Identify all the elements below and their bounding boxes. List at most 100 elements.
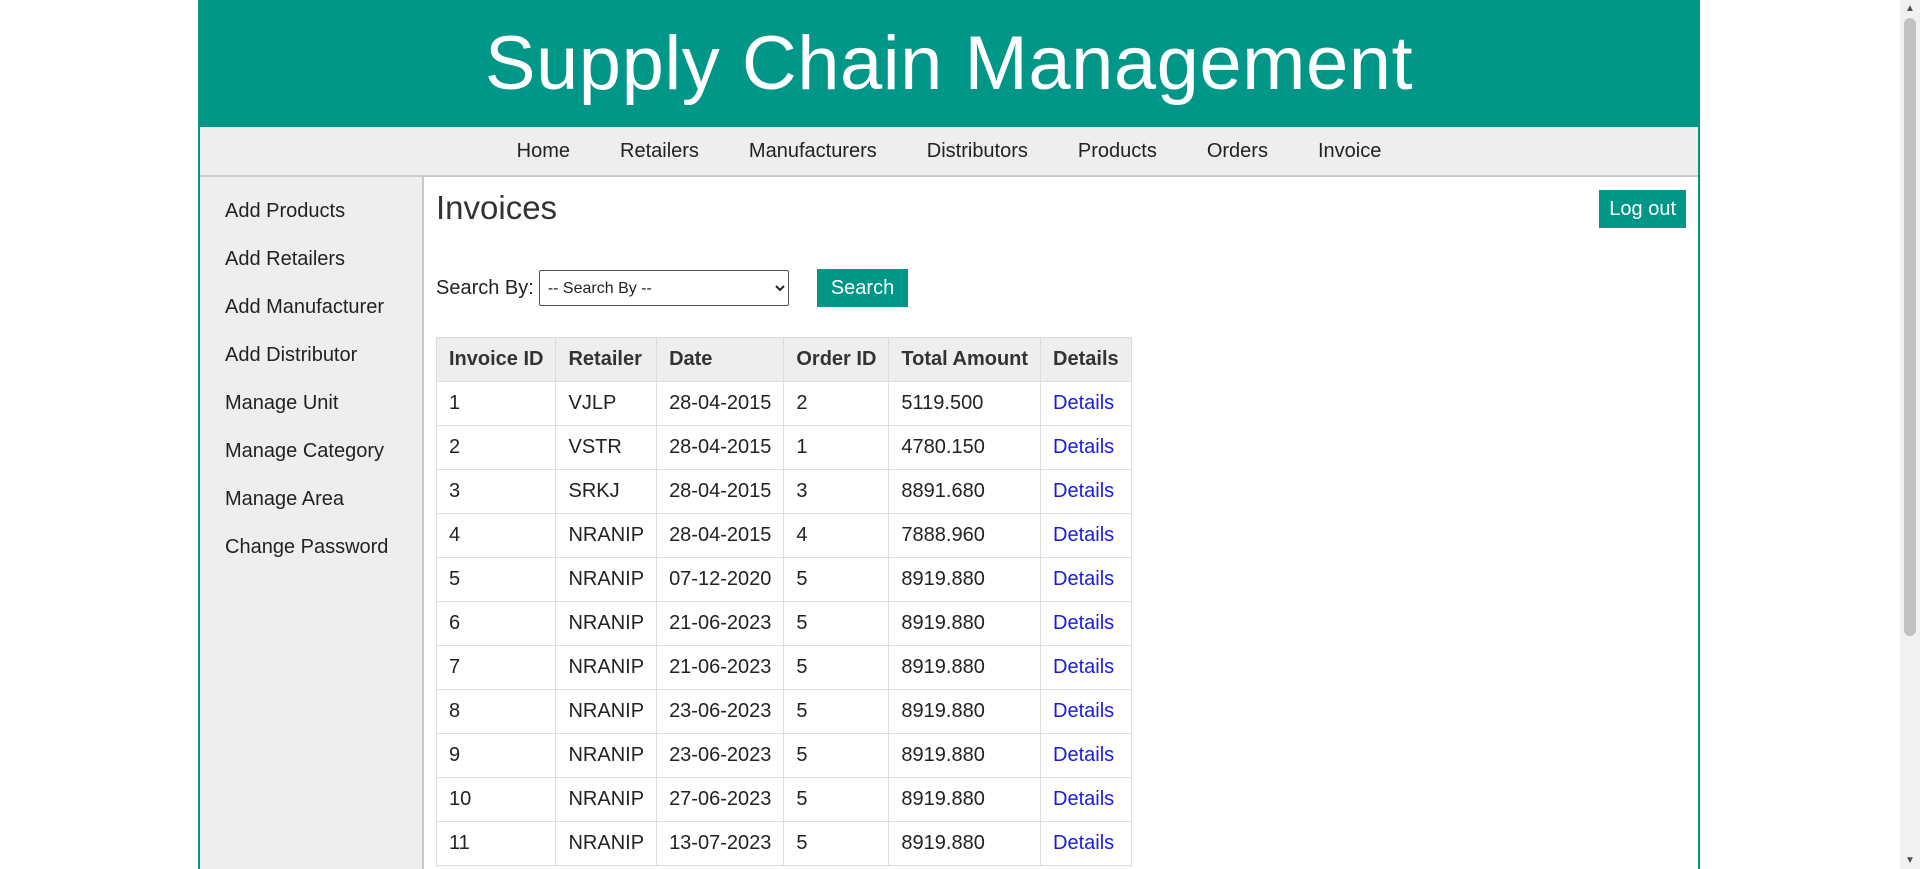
search-by-select[interactable]: -- Search By -- [538,270,789,306]
nav-item-products[interactable]: Products [1053,127,1182,175]
details-link[interactable]: Details [1053,832,1114,854]
site-title: Supply Chain Management [484,21,1414,106]
details-link[interactable]: Details [1053,392,1114,414]
sidebar-item-manage-area[interactable]: Manage Area [200,475,422,523]
cell-date: 23-06-2023 [656,689,785,734]
details-link[interactable]: Details [1053,568,1114,590]
site-header: Supply Chain Management [200,0,1698,127]
table-row: 2 VSTR 28-04-2015 1 4780.150 Details [435,425,1132,470]
details-link[interactable]: Details [1053,744,1114,766]
cell-invoice-id: 6 [435,601,557,646]
nav-item-invoice[interactable]: Invoice [1293,127,1406,175]
cell-invoice-id: 9 [435,733,557,778]
cell-date: 28-04-2015 [656,513,785,558]
cell-date: 28-04-2015 [656,469,785,514]
table-row: 4 NRANIP 28-04-2015 4 7888.960 Details [435,513,1132,558]
cell-date: 07-12-2020 [656,557,785,602]
cell-retailer: VSTR [555,425,658,470]
details-link[interactable]: Details [1053,480,1114,502]
page-scrollbar[interactable]: ▲ ▼ [1900,0,1920,869]
cell-retailer: NRANIP [555,821,658,866]
cell-order-id: 3 [783,469,890,514]
cell-retailer: NRANIP [555,777,658,822]
column-header-total-amount: Total Amount [888,337,1042,382]
sidebar-item-add-products[interactable]: Add Products [200,187,422,235]
sidebar-item-manage-unit[interactable]: Manage Unit [200,379,422,427]
nav-item-distributors[interactable]: Distributors [902,127,1053,175]
search-button[interactable]: Search [816,269,909,307]
cell-retailer: NRANIP [555,733,658,778]
cell-retailer: NRANIP [555,645,658,690]
table-row: 1 VJLP 28-04-2015 2 5119.500 Details [435,381,1132,426]
cell-invoice-id: 1 [435,381,557,426]
details-link[interactable]: Details [1053,612,1114,634]
nav-item-manufacturers[interactable]: Manufacturers [724,127,902,175]
cell-date: 28-04-2015 [656,381,785,426]
cell-details: Details [1040,513,1132,558]
sidebar-item-manage-category[interactable]: Manage Category [200,427,422,475]
cell-details: Details [1040,777,1132,822]
nav-item-home[interactable]: Home [492,127,595,175]
sidebar-item-add-retailers[interactable]: Add Retailers [200,235,422,283]
table-row: 8 NRANIP 23-06-2023 5 8919.880 Details [435,689,1132,734]
table-row: 7 NRANIP 21-06-2023 5 8919.880 Details [435,645,1132,690]
details-link[interactable]: Details [1053,436,1114,458]
search-bar: Search By: -- Search By -- Search [436,269,1686,307]
cell-order-id: 5 [783,821,890,866]
column-header-details: Details [1040,337,1132,382]
cell-retailer: NRANIP [555,513,658,558]
cell-total-amount: 7888.960 [888,513,1042,558]
cell-order-id: 1 [783,425,890,470]
cell-total-amount: 8919.880 [888,601,1042,646]
table-row: 5 NRANIP 07-12-2020 5 8919.880 Details [435,557,1132,602]
cell-invoice-id: 10 [435,777,557,822]
search-by-label: Search By: [436,276,534,299]
cell-retailer: VJLP [555,381,658,426]
cell-invoice-id: 5 [435,557,557,602]
details-link[interactable]: Details [1053,700,1114,722]
cell-invoice-id: 2 [435,425,557,470]
cell-order-id: 2 [783,381,890,426]
scrollbar-thumb[interactable] [1904,18,1916,636]
cell-retailer: SRKJ [555,469,658,514]
table-header-row: Invoice ID Retailer Date Order ID Total … [435,337,1132,382]
cell-total-amount: 8919.880 [888,645,1042,690]
table-row: 11 NRANIP 13-07-2023 5 8919.880 Details [435,821,1132,866]
cell-total-amount: 8919.880 [888,821,1042,866]
sidebar-item-add-manufacturer[interactable]: Add Manufacturer [200,283,422,331]
scroll-up-arrow-icon[interactable]: ▲ [1900,0,1920,17]
page-title: Invoices [436,189,558,226]
cell-invoice-id: 7 [435,645,557,690]
sidebar-item-add-distributor[interactable]: Add Distributor [200,331,422,379]
cell-total-amount: 4780.150 [888,425,1042,470]
cell-total-amount: 8891.680 [888,469,1042,514]
cell-details: Details [1040,469,1132,514]
cell-details: Details [1040,381,1132,426]
cell-date: 28-04-2015 [656,425,785,470]
cell-order-id: 5 [783,645,890,690]
nav-item-retailers[interactable]: Retailers [595,127,724,175]
table-row: 9 NRANIP 23-06-2023 5 8919.880 Details [435,733,1132,778]
cell-invoice-id: 4 [435,513,557,558]
cell-order-id: 5 [783,557,890,602]
column-header-invoice-id: Invoice ID [435,337,557,382]
nav-item-orders[interactable]: Orders [1182,127,1293,175]
details-link[interactable]: Details [1053,656,1114,678]
cell-details: Details [1040,425,1132,470]
column-header-date: Date [656,337,785,382]
cell-details: Details [1040,733,1132,778]
page-container: Supply Chain Management Home Retailers M… [198,0,1700,869]
invoices-table: Invoice ID Retailer Date Order ID Total … [435,337,1132,866]
cell-date: 21-06-2023 [656,601,785,646]
cell-invoice-id: 11 [435,821,557,866]
cell-order-id: 4 [783,513,890,558]
cell-retailer: NRANIP [555,557,658,602]
cell-details: Details [1040,645,1132,690]
details-link[interactable]: Details [1053,524,1114,546]
content-area: Add Products Add Retailers Add Manufactu… [200,177,1698,869]
scroll-down-arrow-icon[interactable]: ▼ [1900,852,1920,869]
logout-button[interactable]: Log out [1599,190,1686,228]
details-link[interactable]: Details [1053,788,1114,810]
cell-total-amount: 8919.880 [888,689,1042,734]
sidebar-item-change-password[interactable]: Change Password [200,523,422,571]
